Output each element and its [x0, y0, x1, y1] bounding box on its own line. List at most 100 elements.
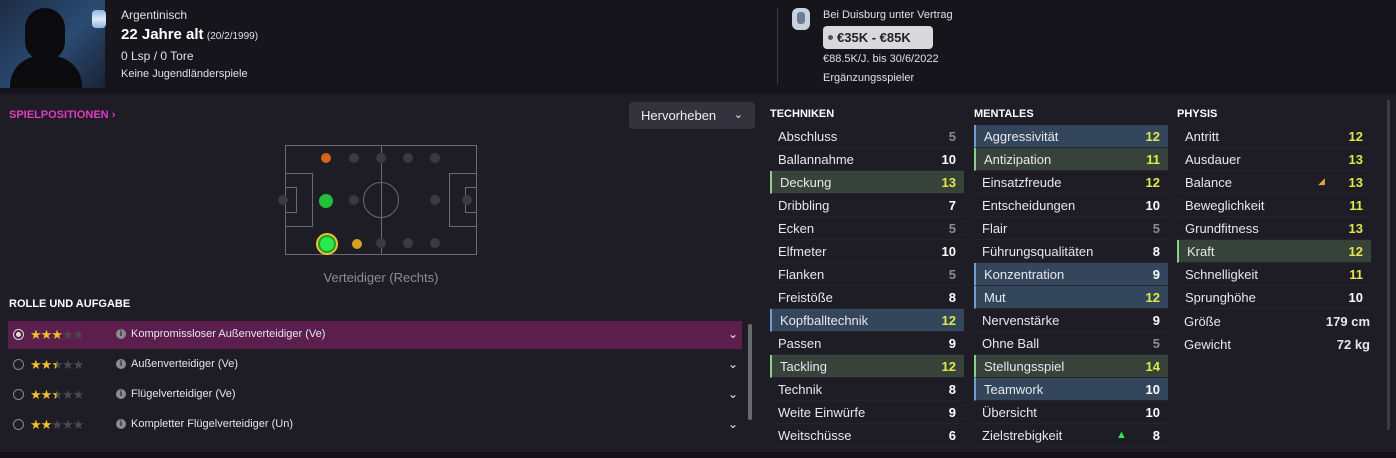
role-row[interactable]: ★★★★★ i Kompromissloser Außenverteidiger… — [8, 321, 742, 349]
chevron-down-icon[interactable]: ⌄ — [728, 327, 738, 341]
player-header: Argentinisch 22 Jahre alt (20/2/1999) 0 … — [0, 0, 1396, 94]
attribute-row[interactable]: Teamwork 10 — [974, 378, 1168, 401]
position-dot — [278, 195, 288, 205]
attribute-row[interactable]: Balance 13 — [1177, 171, 1371, 194]
attribute-row[interactable]: Kraft 12 — [1177, 240, 1371, 263]
attribute-name: Teamwork — [984, 382, 1044, 397]
club-badge-icon — [792, 8, 810, 30]
attribute-row[interactable]: Ohne Ball 5 — [974, 332, 1168, 355]
attribute-name: Abschluss — [778, 129, 838, 144]
positions-title: SPIELPOSITIONEN — [9, 109, 109, 121]
attribute-row[interactable]: Mut 12 — [974, 286, 1168, 309]
mentales-title: MENTALES — [974, 108, 1034, 120]
attribute-row[interactable]: Abschluss 5 — [770, 125, 964, 148]
chevron-down-icon[interactable]: ⌄ — [728, 387, 738, 401]
attribute-row[interactable]: Kopfballtechnik 12 — [770, 309, 964, 332]
attribute-value: 10 — [1348, 290, 1363, 305]
attribute-value: 11 — [1146, 152, 1160, 167]
attribute-name: Einsatzfreude — [982, 175, 1062, 190]
positions-link[interactable]: SPIELPOSITIONEN › — [9, 109, 115, 121]
info-icon[interactable]: i — [116, 329, 126, 339]
role-row[interactable]: ★★★★★ i Kompletter Flügelverteidiger (Un… — [8, 411, 742, 439]
attribute-row[interactable]: Dribbling 7 — [770, 194, 964, 217]
attribute-row[interactable]: Antizipation 11 — [974, 148, 1168, 171]
attribute-row[interactable]: Sprunghöhe 10 — [1177, 286, 1371, 309]
attribute-name: Kopfballtechnik — [780, 313, 869, 328]
youth-caps: Keine Jugendländerspiele — [121, 68, 248, 80]
attribute-row[interactable]: Elfmeter 10 — [770, 240, 964, 263]
attribute-row[interactable]: Ballannahme 10 — [770, 148, 964, 171]
squad-status: Ergänzungsspieler — [823, 72, 915, 84]
attribute-value: 5 — [948, 267, 956, 282]
attribute-name: Mut — [984, 290, 1006, 305]
attribute-row[interactable]: Konzentration 9 — [974, 263, 1168, 286]
attribute-row[interactable]: Flanken 5 — [770, 263, 964, 286]
attribute-value: 9 — [1152, 313, 1160, 328]
role-name: Kompletter Flügelverteidiger (Un) — [131, 418, 294, 430]
attribute-row[interactable]: Antritt 12 — [1177, 125, 1371, 148]
attribute-row[interactable]: Weite Einwürfe 9 — [770, 401, 964, 424]
radio[interactable] — [13, 389, 24, 400]
position-dot-selected[interactable] — [316, 233, 338, 255]
attribute-row[interactable]: Freistöße 8 — [770, 286, 964, 309]
attribute-value: 12 — [941, 313, 956, 328]
birthdate: (20/2/1999) — [206, 31, 259, 42]
position-dot — [349, 195, 359, 205]
attribute-row[interactable]: Passen 9 — [770, 332, 964, 355]
role-name: Flügelverteidiger (Ve) — [131, 388, 236, 400]
player-avatar — [0, 0, 105, 88]
attribute-value: 8 — [948, 290, 956, 305]
attribute-value: 9 — [948, 405, 956, 420]
radio[interactable] — [13, 419, 24, 430]
attribute-row[interactable]: Deckung 13 — [770, 171, 964, 194]
attribute-row[interactable]: Ecken 5 — [770, 217, 964, 240]
attribute-row[interactable]: Übersicht 10 — [974, 401, 1168, 424]
attribute-row[interactable]: Flair 5 — [974, 217, 1168, 240]
attribute-row[interactable]: Weitschüsse 6 — [770, 424, 964, 447]
trend-up-icon: ▲ — [1116, 429, 1127, 441]
info-icon[interactable]: i — [116, 419, 126, 429]
attribute-row[interactable]: Beweglichkeit 11 — [1177, 194, 1371, 217]
attribute-row[interactable]: Ausdauer 13 — [1177, 148, 1371, 171]
position-dot — [376, 238, 386, 248]
highlight-dropdown[interactable]: Hervorheben ⌄ — [629, 102, 755, 129]
weight-value: 72 kg — [1336, 337, 1370, 352]
attribute-name: Entscheidungen — [982, 198, 1076, 213]
attribute-value: 8 — [948, 382, 956, 397]
value-tag: €35K - €85K — [823, 26, 933, 49]
info-icon[interactable]: i — [116, 389, 126, 399]
chevron-down-icon[interactable]: ⌄ — [728, 417, 738, 431]
attribute-value: 12 — [1348, 244, 1363, 259]
attribute-row[interactable]: Nervenstärke 9 — [974, 309, 1168, 332]
radio-selected[interactable] — [13, 329, 24, 340]
attribute-name: Deckung — [780, 175, 832, 190]
attribute-row[interactable]: Schnelligkeit 11 — [1177, 263, 1371, 286]
attribute-row[interactable]: Aggressivität 12 — [974, 125, 1168, 148]
role-row[interactable]: ★★★★★ i Außenverteidiger (Ve) ⌄ — [8, 351, 742, 379]
role-row[interactable]: ★★★★★ i Flügelverteidiger (Ve) ⌄ — [8, 381, 742, 409]
position-dot — [403, 238, 413, 248]
radio[interactable] — [13, 359, 24, 370]
chevron-right-icon: › — [111, 109, 116, 121]
attribute-row[interactable]: Zielstrebigkeit 8 — [974, 424, 1168, 447]
physis-list: Antritt 12 Ausdauer 13 Balance 13 Beweglichkei… — [1177, 125, 1371, 309]
roles-scrollbar[interactable] — [748, 324, 752, 420]
position-dot — [349, 153, 359, 163]
rating-stars: ★★★★★ — [30, 357, 84, 372]
info-icon[interactable]: i — [116, 359, 126, 369]
attribute-row[interactable]: Stellungsspiel 14 — [974, 355, 1168, 378]
chevron-down-icon[interactable]: ⌄ — [728, 357, 738, 371]
attribute-value: 12 — [1348, 129, 1363, 144]
attribute-row[interactable]: Grundfitness 13 — [1177, 217, 1371, 240]
attribute-value: 6 — [948, 428, 956, 443]
attribute-value: 13 — [941, 175, 956, 190]
attribute-name: Zielstrebigkeit — [982, 428, 1063, 443]
attribute-row[interactable]: Tackling 12 — [770, 355, 964, 378]
attributes-scrollbar[interactable] — [1387, 100, 1390, 430]
attribute-row[interactable]: Einsatzfreude 12 — [974, 171, 1168, 194]
attribute-row[interactable]: Technik 8 — [770, 378, 964, 401]
attribute-row[interactable]: Führungsqualitäten 8 — [974, 240, 1168, 263]
attribute-name: Schnelligkeit — [1185, 267, 1258, 282]
age-line: 22 Jahre alt (20/2/1999) — [121, 26, 258, 43]
attribute-row[interactable]: Entscheidungen 10 — [974, 194, 1168, 217]
